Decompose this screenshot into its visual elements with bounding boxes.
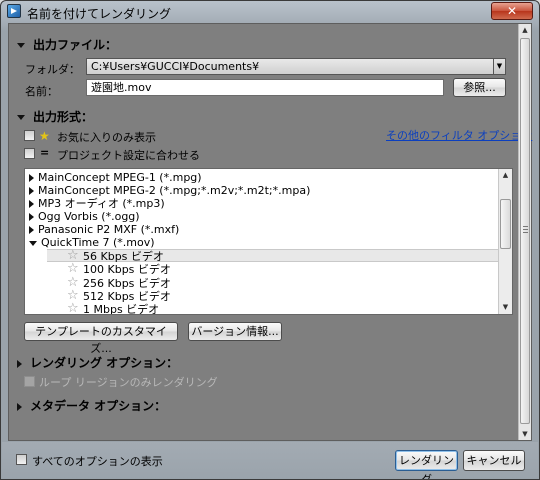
more-filter-options-link[interactable]: その他のフィルタ オプション (386, 127, 532, 143)
grip-icon (523, 226, 528, 233)
scroll-down-icon[interactable]: ▼ (519, 428, 531, 440)
favorites-only-label: お気に入りのみ表示 (57, 131, 156, 144)
dialog-footer: すべてのオプションの表示 レンダリング キャンセル (2, 442, 538, 479)
list-item[interactable]: Panasonic P2 MXF (*.mxf) (29, 223, 501, 236)
star-icon: ★ (39, 129, 50, 143)
favorites-only-checkbox[interactable] (24, 130, 35, 141)
equals-icon: = (40, 146, 50, 159)
template-row-selected[interactable]: ☆ 56 Kbps ビデオ (47, 249, 499, 263)
format-label: MainConcept MPEG-1 (*.mpg) (38, 171, 202, 184)
cancel-button[interactable]: キャンセル (463, 450, 525, 471)
close-button[interactable]: ✕ (491, 2, 533, 20)
name-label: 名前： (25, 85, 58, 98)
favorite-star-icon[interactable]: ☆ (67, 262, 79, 275)
metadata-options-header-label: メタデータ オプション： (30, 399, 167, 413)
match-project-label: プロジェクト設定に合わせる (57, 149, 200, 162)
show-all-options-checkbox[interactable] (16, 454, 27, 465)
list-item[interactable]: Ogg Vorbis (*.ogg) (29, 210, 501, 223)
render-as-dialog: 名前を付けてレンダリング ✕ 出力ファイル： フォルダ： C:¥Users¥GU… (0, 0, 540, 480)
template-label: 256 Kbps ビデオ (83, 277, 171, 290)
format-template-list[interactable]: MainConcept MPEG-1 (*.mpg) MainConcept M… (24, 168, 513, 315)
show-all-options-label: すべてのオプションの表示 (32, 455, 163, 468)
expand-arrow-icon (17, 359, 22, 368)
output-format-header[interactable]: 出力形式： (17, 108, 93, 125)
list-item[interactable]: MP3 オーディオ (*.mp3) (29, 197, 501, 210)
expand-arrow-icon (17, 402, 22, 411)
collapse-arrow-icon (29, 240, 37, 246)
template-label: 1 Mbps ビデオ (83, 303, 160, 315)
window-title: 名前を付けてレンダリング (27, 7, 172, 21)
expand-arrow-icon (29, 213, 34, 221)
list-item[interactable]: QuickTime 7 (*.mov) (29, 236, 501, 249)
folder-label: フォルダ： (25, 63, 80, 76)
folder-combobox[interactable]: C:¥Users¥GUCCI¥Documents¥ ▼ (86, 58, 506, 75)
template-row[interactable]: ☆ 512 Kbps ビデオ (47, 289, 499, 303)
title-bar: 名前を付けてレンダリング ✕ (1, 1, 539, 23)
format-label: MP3 オーディオ (*.mp3) (38, 197, 165, 210)
format-label: QuickTime 7 (*.mov) (41, 236, 155, 249)
scroll-up-icon[interactable]: ▲ (499, 169, 512, 182)
loop-region-checkbox[interactable] (24, 376, 35, 387)
dialog-content: 出力ファイル： フォルダ： C:¥Users¥GUCCI¥Documents¥ … (8, 23, 532, 441)
collapse-arrow-icon (17, 43, 25, 48)
list-scroll-thumb[interactable] (500, 199, 511, 249)
folder-value: C:¥Users¥GUCCI¥Documents¥ (91, 60, 260, 73)
template-label: 512 Kbps ビデオ (83, 290, 171, 303)
output-file-header-label: 出力ファイル： (33, 38, 118, 52)
expand-arrow-icon (29, 174, 34, 182)
panel-scrollbar[interactable]: ▲ ▼ (518, 24, 531, 440)
browse-button[interactable]: 参照... (453, 78, 506, 97)
options-panel: 出力ファイル： フォルダ： C:¥Users¥GUCCI¥Documents¥ … (9, 24, 532, 440)
render-button[interactable]: レンダリング (395, 450, 458, 479)
list-item[interactable]: MainConcept MPEG-1 (*.mpg) (29, 171, 501, 184)
version-info-button[interactable]: バージョン情報... (188, 322, 282, 341)
name-input[interactable]: 遊園地.mov (86, 79, 444, 96)
list-item[interactable]: MainConcept MPEG-2 (*.mpg;*.m2v;*.m2t;*.… (29, 184, 501, 197)
customize-template-button[interactable]: テンプレートのカスタマイズ... (24, 322, 178, 355)
scroll-up-icon[interactable]: ▲ (519, 24, 531, 36)
list-scrollbar[interactable]: ▲ ▼ (498, 169, 512, 314)
chevron-down-icon[interactable]: ▼ (493, 59, 505, 74)
expand-arrow-icon (29, 200, 34, 208)
format-label: Panasonic P2 MXF (*.mxf) (38, 223, 180, 236)
expand-arrow-icon (29, 226, 34, 234)
template-row[interactable]: ☆ 256 Kbps ビデオ (47, 276, 499, 290)
template-row[interactable]: ☆ 100 Kbps ビデオ (47, 262, 499, 276)
expand-arrow-icon (29, 187, 34, 195)
metadata-options-header[interactable]: メタデータ オプション： (17, 397, 166, 414)
render-options-header[interactable]: レンダリング オプション： (17, 354, 178, 371)
output-format-header-label: 出力形式： (33, 110, 94, 124)
format-label: Ogg Vorbis (*.ogg) (38, 210, 140, 223)
panel-scroll-thumb[interactable] (520, 38, 530, 424)
scroll-down-icon[interactable]: ▼ (499, 301, 512, 314)
template-label: 100 Kbps ビデオ (83, 263, 171, 276)
match-project-checkbox[interactable] (24, 148, 35, 159)
template-label: 56 Kbps ビデオ (83, 250, 164, 263)
app-icon (7, 4, 21, 18)
render-options-header-label: レンダリング オプション： (30, 356, 179, 370)
favorite-star-icon[interactable]: ☆ (67, 302, 79, 314)
loop-region-label: ループ リージョンのみレンダリング (39, 376, 218, 389)
output-file-header[interactable]: 出力ファイル： (17, 36, 117, 53)
template-row[interactable]: ☆ 1 Mbps ビデオ (47, 302, 499, 315)
format-label: MainConcept MPEG-2 (*.mpg;*.m2v;*.m2t;*.… (38, 184, 311, 197)
collapse-arrow-icon (17, 115, 25, 120)
